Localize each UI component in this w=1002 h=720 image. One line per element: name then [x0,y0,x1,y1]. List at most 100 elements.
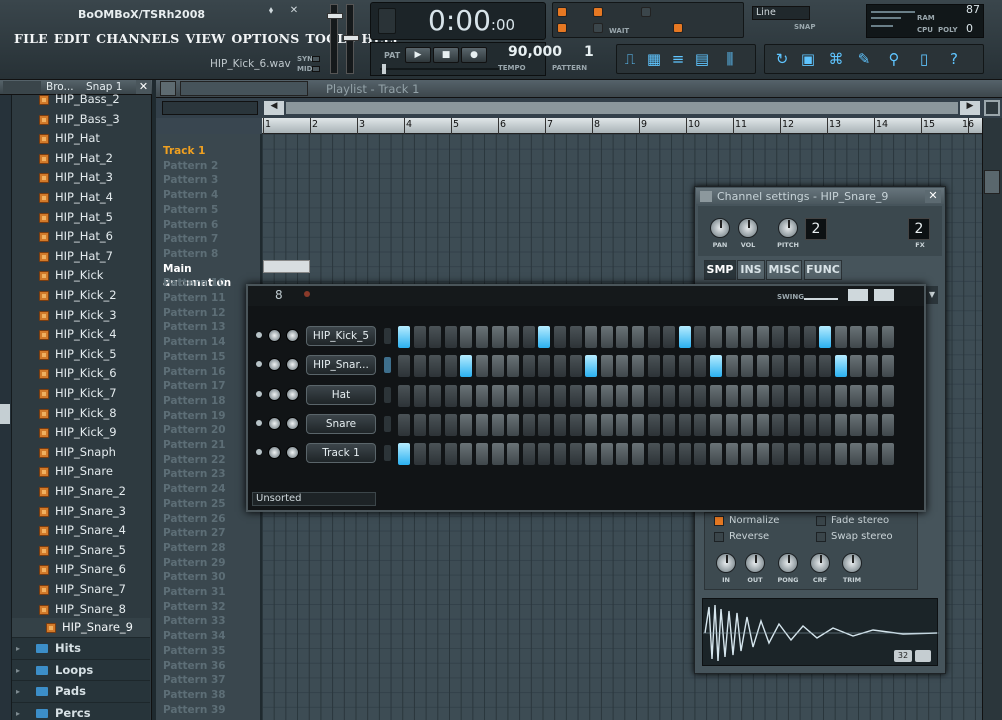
step-button[interactable] [819,413,832,436]
step-button[interactable] [694,413,707,436]
play-button[interactable]: ▶ [405,47,431,63]
step-button[interactable] [460,355,473,378]
step-button[interactable] [429,355,442,378]
playlist-track-name[interactable]: Pattern 28 [156,541,260,556]
tools-icon[interactable]: ✎ [855,50,873,68]
channel-volume-knob[interactable] [286,387,299,401]
step-button[interactable] [538,355,551,378]
step-button[interactable] [398,384,410,407]
browser-file-item[interactable]: HIP_Kick_7 [12,384,150,404]
step-button[interactable] [741,355,754,378]
channel-select-indicator[interactable] [384,386,391,403]
step-button[interactable] [507,355,520,378]
step-button[interactable] [444,326,457,348]
step-button[interactable] [741,443,754,466]
tab-ins[interactable]: INS [737,260,765,280]
step-button[interactable] [663,413,676,436]
restore-icon[interactable]: ⬧ [265,5,277,17]
menu-file[interactable]: FILE [14,31,48,46]
step-button[interactable] [694,355,707,378]
playlist-track-name[interactable]: Pattern 30 [156,570,260,585]
stop-button[interactable]: ■ [433,47,459,63]
browser-file-item[interactable]: HIP_Kick_4 [12,325,150,345]
pattern-value[interactable]: 1 [584,44,594,60]
browser-icon[interactable]: ▤ [693,50,711,68]
sync-led[interactable] [312,56,320,62]
step-button[interactable] [678,443,691,466]
step-button[interactable] [522,443,535,466]
expand-icon[interactable]: ▸ [16,681,20,702]
playlist-track-name[interactable]: Pattern 12 [156,306,260,321]
step-button[interactable] [788,443,800,466]
blend-led[interactable] [673,23,683,33]
step-button[interactable] [741,384,754,407]
playlist-track-name[interactable]: Pattern 25 [156,497,260,512]
step-button[interactable] [460,326,473,348]
step-button[interactable] [881,326,894,348]
channel-select-indicator[interactable] [384,445,391,462]
playlist-tools-icons[interactable] [180,81,308,96]
step-button[interactable] [710,413,722,436]
step-button[interactable] [881,384,894,407]
step-button[interactable] [788,355,800,378]
wait-led[interactable] [593,23,603,33]
step-button[interactable] [647,413,660,436]
step-button[interactable] [710,384,722,407]
step-button[interactable] [585,413,598,436]
step-button[interactable] [429,326,442,348]
scroll-right-icon[interactable]: ▶ [960,101,980,115]
channel-pan-knob[interactable] [268,329,281,342]
normalize-checkbox[interactable] [714,516,724,526]
step-button[interactable] [819,384,832,407]
step-button[interactable] [491,384,504,407]
channel-filter-select[interactable]: Unsorted [252,492,376,506]
playlist-track-name[interactable]: Pattern 15 [156,350,260,365]
step-button[interactable] [772,384,785,407]
crossfade-knob[interactable] [810,553,830,573]
channel-volume-knob[interactable] [286,416,299,430]
playlist-track-name[interactable]: Pattern 34 [156,629,260,644]
playlist-track-name[interactable]: Pattern 27 [156,526,260,541]
step-button[interactable] [866,326,878,348]
playlist-icon[interactable]: ⎍ [621,50,639,68]
playlist-track-name[interactable]: Pattern 18 [156,394,260,409]
step-button[interactable] [554,384,566,407]
step-button[interactable] [476,384,488,407]
step-button[interactable] [444,384,457,407]
step-button[interactable] [663,384,676,407]
playlist-track-name[interactable]: Pattern 13 [156,320,260,335]
playlist-track-name[interactable]: Pattern 32 [156,600,260,615]
step-button[interactable] [725,355,738,378]
playlist-menu-icon[interactable] [160,81,176,96]
browser-file-item[interactable]: HIP_Snare [12,462,150,482]
step-button[interactable] [585,443,598,466]
step-counter[interactable]: 8 [275,288,283,302]
browser-file-item[interactable]: HIP_Kick_9 [12,423,150,443]
step-button[interactable] [866,355,878,378]
step-button[interactable] [647,443,660,466]
step-button[interactable] [850,413,863,436]
step-button[interactable] [444,413,457,436]
step-button[interactable] [522,355,535,378]
step-button[interactable] [522,384,535,407]
step-button[interactable] [663,443,676,466]
step-button[interactable] [507,443,520,466]
step-button[interactable] [881,413,894,436]
piano-roll-icon[interactable]: ≡ [669,50,687,68]
step-button[interactable] [476,413,488,436]
playlist-track-name[interactable]: Track 1 [156,144,260,159]
graph-editor-icon[interactable] [848,289,868,301]
expand-icon[interactable]: ▸ [16,660,20,681]
step-button[interactable] [554,413,566,436]
step-button[interactable] [678,384,691,407]
step-button[interactable] [398,413,410,436]
browser-file-item[interactable]: HIP_Snaph [12,443,150,463]
menu-channels[interactable]: CHANNELS [96,31,179,46]
step-button[interactable] [834,355,847,378]
playlist-track-name[interactable]: Pattern 2 [156,159,260,174]
vscroll-thumb[interactable] [984,170,1000,194]
snap-select[interactable]: Line [752,6,810,20]
master-volume-fader[interactable] [327,4,343,74]
step-button[interactable] [413,384,426,407]
step-button[interactable] [616,326,629,348]
